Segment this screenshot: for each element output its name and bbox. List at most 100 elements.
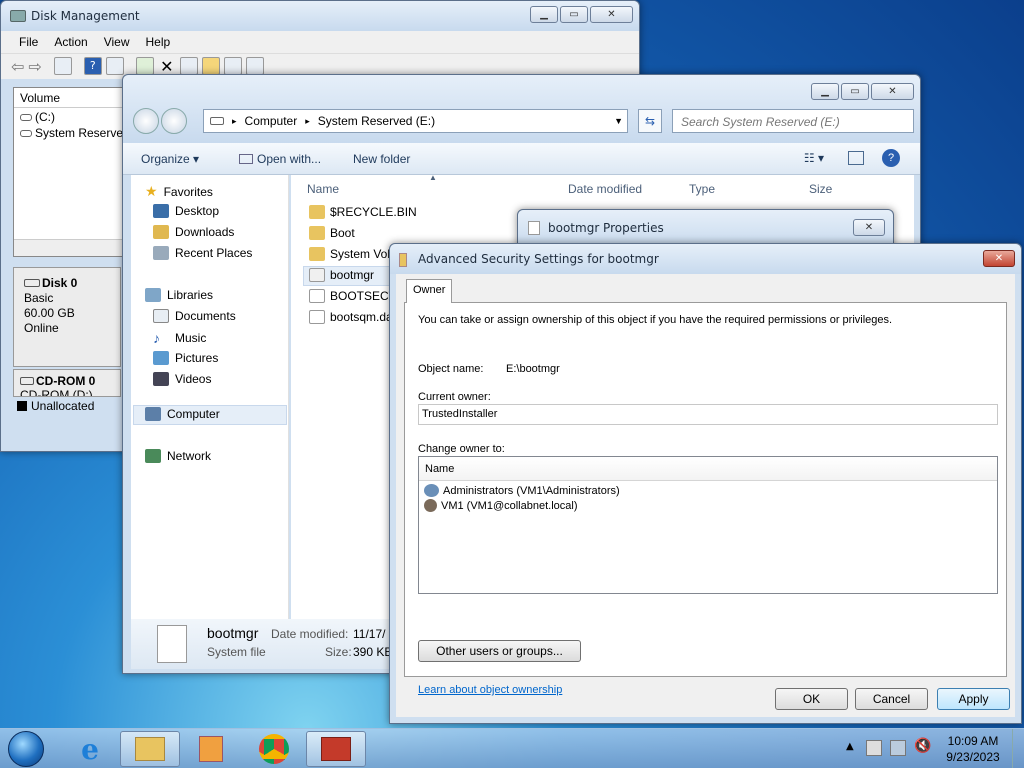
minimize-button[interactable]: ▁ <box>530 6 558 23</box>
file-row[interactable]: bootmgr <box>309 268 374 282</box>
maximize-button[interactable]: ▭ <box>841 83 869 100</box>
other-users-button[interactable]: Other users or groups... <box>418 640 581 662</box>
menu-bar: File Action View Help <box>1 31 639 53</box>
disk-management-icon <box>10 10 26 22</box>
search-icon[interactable] <box>223 57 242 75</box>
show-desktop-button[interactable] <box>1012 729 1024 768</box>
forward-arrow-icon[interactable]: ⇨ <box>28 57 41 79</box>
view-icon[interactable] <box>105 57 124 75</box>
checkmark-icon[interactable] <box>179 57 198 75</box>
menu-view[interactable]: View <box>104 35 130 53</box>
horizontal-scrollbar[interactable] <box>14 239 124 256</box>
videos-icon <box>153 372 169 386</box>
close-button[interactable]: ✕ <box>983 250 1015 267</box>
nav-downloads[interactable]: Downloads <box>153 225 234 239</box>
nav-recent-places[interactable]: Recent Places <box>153 246 252 260</box>
change-owner-label: Change owner to: <box>418 443 505 455</box>
volume-header[interactable]: Volume <box>14 88 124 108</box>
nav-favorites[interactable]: ★ Favorites <box>145 183 213 200</box>
nav-pictures[interactable]: Pictures <box>153 351 218 365</box>
minimize-button[interactable]: ▁ <box>811 83 839 100</box>
back-button[interactable] <box>133 108 159 134</box>
action-center-icon[interactable] <box>866 740 882 756</box>
file-row[interactable]: bootsqm.dat <box>309 310 396 324</box>
sort-arrow-icon: ▲ <box>429 173 437 182</box>
cancel-button[interactable]: Cancel <box>855 688 928 710</box>
nav-desktop[interactable]: Desktop <box>153 204 219 218</box>
nav-network[interactable]: Network <box>145 449 211 463</box>
nav-documents[interactable]: Documents <box>153 309 236 323</box>
help-icon[interactable]: ? <box>83 57 102 75</box>
close-button[interactable]: ✕ <box>853 219 885 236</box>
menu-file[interactable]: File <box>19 35 38 53</box>
network-tray-icon[interactable] <box>890 740 906 756</box>
nav-music[interactable]: ♪ Music <box>153 330 206 346</box>
refresh-button[interactable]: ⇆ <box>638 109 662 133</box>
breadcrumb-drive[interactable]: System Reserved (E:) <box>318 114 435 128</box>
nav-libraries[interactable]: Libraries <box>145 288 213 302</box>
help-icon[interactable]: ? <box>882 149 900 167</box>
taskbar-chrome[interactable] <box>244 731 304 767</box>
close-button[interactable]: ✕ <box>590 6 633 23</box>
file-icon <box>309 310 325 324</box>
taskbar-media-player[interactable] <box>181 731 241 767</box>
search-box[interactable]: Search System Reserved (E:) <box>672 109 914 133</box>
view-options-icon[interactable]: ☷ ▾ <box>804 151 824 165</box>
volume-row[interactable]: System Reserved <box>14 126 124 140</box>
file-icon <box>309 289 325 303</box>
tab-owner[interactable]: Owner <box>406 279 452 303</box>
close-button[interactable]: ✕ <box>871 83 914 100</box>
column-date[interactable]: Date modified <box>568 182 642 196</box>
maximize-button[interactable]: ▭ <box>560 6 588 23</box>
list-icon[interactable] <box>245 57 264 75</box>
file-row[interactable]: $RECYCLE.BIN <box>309 205 417 219</box>
breadcrumb-computer[interactable]: Computer <box>245 114 298 128</box>
disk-0-panel[interactable]: Disk 0 Basic 60.00 GB Online <box>13 267 121 367</box>
open-folder-icon[interactable] <box>201 57 220 75</box>
column-name[interactable]: Name <box>307 182 339 196</box>
new-folder-button[interactable]: New folder <box>353 152 410 166</box>
clock[interactable]: 10:09 AM 9/23/2023 <box>940 733 1006 765</box>
ok-button[interactable]: OK <box>775 688 848 710</box>
cdrom-panel[interactable]: CD-ROM 0 CD-ROM (D:) <box>13 369 121 397</box>
list-item[interactable]: Administrators (VM1\Administrators) <box>419 481 997 497</box>
list-item[interactable]: VM1 (VM1@collabnet.local) <box>419 497 997 512</box>
nav-videos[interactable]: Videos <box>153 372 211 386</box>
details-size-label: Size: <box>325 645 352 659</box>
taskbar-internet-explorer[interactable]: e <box>60 731 120 767</box>
apply-button[interactable]: Apply <box>937 688 1010 710</box>
title-bar[interactable]: Disk Management ▁ ▭ ✕ <box>1 1 639 31</box>
current-owner-field[interactable]: TrustedInstaller <box>418 404 998 425</box>
current-owner-label: Current owner: <box>418 391 491 403</box>
volume-list: Volume (C:) System Reserved <box>13 87 125 257</box>
dropdown-arrow-icon[interactable]: ▼ <box>614 116 623 126</box>
organize-button[interactable]: Organize ▾ <box>141 152 199 166</box>
file-row[interactable]: Boot <box>309 226 355 240</box>
details-type: System file <box>207 645 266 659</box>
menu-action[interactable]: Action <box>54 35 87 53</box>
title-bar[interactable]: Advanced Security Settings for bootmgr ✕ <box>390 244 1021 274</box>
column-type[interactable]: Type <box>689 182 715 196</box>
owner-list[interactable]: Name Administrators (VM1\Administrators)… <box>418 456 998 594</box>
start-button[interactable] <box>8 731 44 767</box>
properties-icon[interactable] <box>53 57 72 75</box>
forward-button[interactable] <box>161 108 187 134</box>
list-header-name[interactable]: Name <box>419 457 997 481</box>
menu-help[interactable]: Help <box>146 35 171 53</box>
volume-row[interactable]: (C:) <box>14 108 124 126</box>
back-arrow-icon[interactable]: ⇦ <box>11 57 24 79</box>
address-bar[interactable]: ▸ Computer ▸ System Reserved (E:) ▼ <box>203 109 628 133</box>
volume-muted-icon[interactable]: 🔇 <box>914 738 931 754</box>
refresh-icon[interactable] <box>135 57 154 75</box>
disk-icon <box>24 279 40 287</box>
taskbar-computer-management[interactable] <box>306 731 366 767</box>
nav-computer[interactable]: Computer <box>145 407 220 421</box>
disk-0-status: Online <box>24 321 59 335</box>
column-size[interactable]: Size <box>809 182 832 196</box>
object-name-value: E:\bootmgr <box>506 363 560 375</box>
show-hidden-icons[interactable]: ▲ <box>846 741 854 752</box>
taskbar-explorer[interactable] <box>120 731 180 767</box>
preview-pane-icon[interactable] <box>848 151 864 165</box>
open-with-button[interactable]: Open with... <box>239 152 321 166</box>
learn-ownership-link[interactable]: Learn about object ownership <box>418 684 562 696</box>
